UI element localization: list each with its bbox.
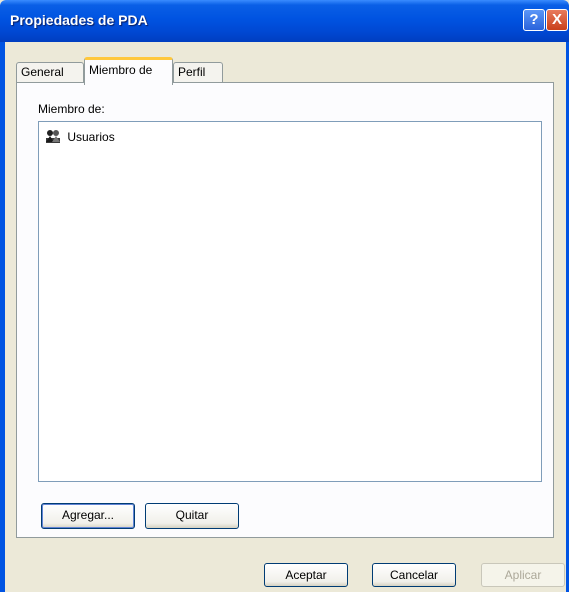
tab-perfil-label: Perfil <box>178 65 206 79</box>
tab-miembro-de[interactable]: Miembro de <box>84 57 173 85</box>
close-icon: X <box>551 11 562 28</box>
help-button[interactable]: ? <box>523 9 545 31</box>
add-button[interactable]: Agregar... <box>41 503 135 529</box>
tab-perfil[interactable]: Perfil <box>173 62 223 83</box>
tab-general-label: General <box>21 65 64 79</box>
window-frame-left <box>0 42 5 592</box>
remove-button[interactable]: Quitar <box>145 503 239 529</box>
title-bar[interactable]: Propiedades de PDA ? X <box>0 0 569 42</box>
help-icon: ? <box>529 11 539 28</box>
member-of-listbox[interactable]: Usuarios <box>38 121 542 482</box>
close-button[interactable]: X <box>546 9 568 31</box>
window-title: Propiedades de PDA <box>10 12 148 28</box>
group-icon <box>46 130 60 143</box>
tab-general[interactable]: General <box>16 62 84 83</box>
list-item[interactable]: Usuarios <box>45 128 115 146</box>
dialog-window: Propiedades de PDA ? X General Perfil Mi… <box>0 0 569 592</box>
tab-miembro-de-label: Miembro de <box>89 63 153 77</box>
list-item-label: Usuarios <box>67 130 115 144</box>
apply-button[interactable]: Aplicar <box>481 563 565 587</box>
cancel-button[interactable]: Cancelar <box>372 563 456 587</box>
member-of-label: Miembro de: <box>38 102 105 116</box>
ok-button[interactable]: Aceptar <box>264 563 348 587</box>
